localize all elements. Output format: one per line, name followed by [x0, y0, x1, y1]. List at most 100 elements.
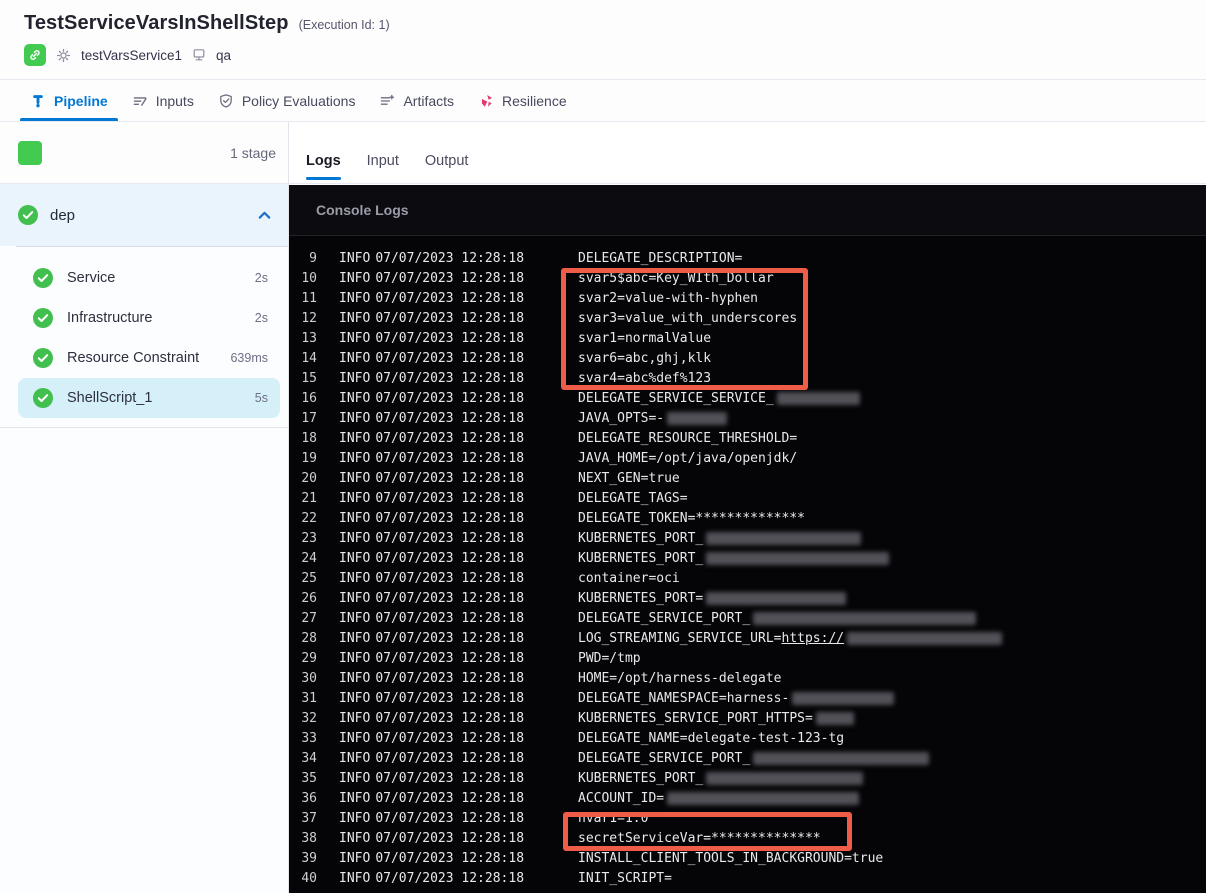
log-level: INFO: [339, 470, 371, 486]
log-level: INFO: [339, 610, 371, 626]
step-label: ShellScript_1: [67, 390, 153, 406]
resilience-icon: [478, 93, 494, 109]
log-message: DELEGATE_TOKEN=**************: [578, 508, 805, 528]
log-text: svar5$abc=Key_WIth_Dollar: [578, 270, 774, 286]
redacted-value: [706, 551, 890, 565]
log-level: INFO: [339, 390, 371, 406]
log-row: 29 INFO 07/07/2023 12:28:18 PWD=/tmp: [289, 648, 1206, 668]
log-line-number: 14: [301, 350, 317, 366]
stage-row-dep[interactable]: dep: [0, 184, 288, 246]
log-level: INFO: [339, 330, 371, 346]
log-row: 20 INFO 07/07/2023 12:28:18 NEXT_GEN=true: [289, 468, 1206, 488]
log-timestamp: 07/07/2023 12:28:18: [375, 330, 525, 346]
log-row: 19 INFO 07/07/2023 12:28:18 JAVA_HOME=/opt/…: [289, 448, 1206, 468]
page-title: TestServiceVarsInShellStep: [24, 12, 289, 34]
log-text: DELEGATE_SERVICE_PORT_: [578, 750, 751, 766]
meta-row: testVarsService1 qa: [0, 44, 1206, 66]
log-level: INFO: [339, 670, 371, 686]
step-label: Infrastructure: [67, 310, 153, 326]
log-row: 21 INFO 07/07/2023 12:28:18 DELEGATE_TAGS=: [289, 488, 1206, 508]
log-message: DELEGATE_SERVICE_PORT_: [578, 748, 930, 768]
log-text: secretServiceVar=**************: [578, 830, 821, 846]
step-row-shellscript-1[interactable]: ShellScript_1 5s: [18, 378, 280, 418]
log-row: 17 INFO 07/07/2023 12:28:18 JAVA_OPTS=-: [289, 408, 1206, 428]
log-level: INFO: [339, 770, 371, 786]
log-level: INFO: [339, 690, 371, 706]
log-line-number: 38: [301, 830, 317, 846]
log-row: 34 INFO 07/07/2023 12:28:18 DELEGATE_SERVIC…: [289, 748, 1206, 768]
tab-resilience[interactable]: Resilience: [468, 80, 577, 121]
redacted-value: [706, 771, 864, 785]
log-line-number: 10: [301, 270, 317, 286]
environment-icon: [191, 47, 207, 63]
tab-artifacts[interactable]: Artifacts: [369, 80, 464, 121]
log-level: INFO: [339, 830, 371, 846]
console-tab-input[interactable]: Input: [367, 153, 399, 183]
tab-policy-evaluations[interactable]: Policy Evaluations: [208, 80, 366, 121]
log-row: 33 INFO 07/07/2023 12:28:18 DELEGATE_NAME=d…: [289, 728, 1206, 748]
log-text: DELEGATE_DESCRIPTION=: [578, 250, 743, 266]
log-text: INSTALL_CLIENT_TOOLS_IN_BACKGROUND=true: [578, 850, 884, 866]
log-level: INFO: [339, 510, 371, 526]
log-line-number: 15: [301, 370, 317, 386]
step-row-resource-constraint[interactable]: Resource Constraint 639ms: [18, 338, 280, 378]
log-level: INFO: [339, 270, 371, 286]
log-line-number: 27: [301, 610, 317, 626]
tab-pipeline[interactable]: Pipeline: [20, 80, 118, 121]
log-text: INIT_SCRIPT=: [578, 870, 672, 886]
log-row: 36 INFO 07/07/2023 12:28:18 ACCOUNT_ID=: [289, 788, 1206, 808]
log-row: 10 INFO 07/07/2023 12:28:18 svar5$abc=Key_W…: [289, 268, 1206, 288]
log-level: INFO: [339, 790, 371, 806]
chevron-up-icon[interactable]: [257, 208, 272, 223]
log-row: 23 INFO 07/07/2023 12:28:18 KUBERNETES_PORT…: [289, 528, 1206, 548]
service-name[interactable]: testVarsService1: [81, 48, 182, 63]
log-timestamp: 07/07/2023 12:28:18: [375, 490, 525, 506]
log-text: KUBERNETES_PORT_: [578, 530, 704, 546]
log-level: INFO: [339, 590, 371, 606]
log-text: svar3=value_with_underscores: [578, 310, 798, 326]
step-row-infrastructure[interactable]: Infrastructure 2s: [18, 298, 280, 338]
log-row: 30 INFO 07/07/2023 12:28:18 HOME=/opt/harne…: [289, 668, 1206, 688]
pipeline-icon: [30, 93, 46, 109]
log-timestamp: 07/07/2023 12:28:18: [375, 350, 525, 366]
log-timestamp: 07/07/2023 12:28:18: [375, 870, 525, 886]
log-text: LOG_STREAMING_SERVICE_URL=: [578, 630, 782, 646]
log-link[interactable]: https://: [782, 631, 845, 646]
success-check-icon: [33, 388, 53, 408]
execution-id: (Execution Id: 1): [298, 18, 390, 32]
console-tab-output[interactable]: Output: [425, 153, 469, 183]
log-line-number: 40: [301, 870, 317, 886]
log-timestamp: 07/07/2023 12:28:18: [375, 510, 525, 526]
redacted-value: [847, 631, 1003, 645]
log-message: nvar1=1.0: [578, 808, 648, 828]
tab-inputs[interactable]: Inputs: [122, 80, 204, 121]
log-message: PWD=/tmp: [578, 648, 641, 668]
stage-name: dep: [50, 206, 76, 224]
log-level: INFO: [339, 490, 371, 506]
log-row: 22 INFO 07/07/2023 12:28:18 DELEGATE_TOKEN=…: [289, 508, 1206, 528]
log-row: 15 INFO 07/07/2023 12:28:18 svar4=abc%def%1…: [289, 368, 1206, 388]
log-row: 28 INFO 07/07/2023 12:28:18 LOG_STREAMING_S…: [289, 628, 1206, 648]
log-timestamp: 07/07/2023 12:28:18: [375, 630, 525, 646]
step-row-service[interactable]: Service 2s: [18, 258, 280, 298]
log-level: INFO: [339, 310, 371, 326]
log-text: KUBERNETES_PORT=: [578, 590, 704, 606]
environment-name[interactable]: qa: [216, 48, 231, 63]
log-row: 16 INFO 07/07/2023 12:28:18 DELEGATE_SERVIC…: [289, 388, 1206, 408]
step-duration: 2s: [254, 311, 268, 325]
log-row: 9 INFO 07/07/2023 12:28:18 DELEGATE_DESCRIP…: [289, 248, 1206, 268]
log-text: KUBERNETES_SERVICE_PORT_HTTPS=: [578, 710, 813, 726]
log-line-number: 23: [301, 530, 317, 546]
console-log-body[interactable]: 9 INFO 07/07/2023 12:28:18 DELEGATE_DESCRIP…: [289, 236, 1206, 893]
console-tab-logs[interactable]: Logs: [306, 153, 341, 183]
stage-status-chip[interactable]: [18, 140, 42, 165]
log-timestamp: 07/07/2023 12:28:18: [375, 470, 525, 486]
step-duration: 639ms: [230, 351, 268, 365]
log-message: INIT_SCRIPT=: [578, 868, 672, 888]
log-timestamp: 07/07/2023 12:28:18: [375, 570, 525, 586]
log-line-number: 18: [301, 430, 317, 446]
log-row: 12 INFO 07/07/2023 12:28:18 svar3=value_wit…: [289, 308, 1206, 328]
log-message: svar6=abc,ghj,klk: [578, 348, 711, 368]
log-line-number: 30: [301, 670, 317, 686]
log-level: INFO: [339, 550, 371, 566]
